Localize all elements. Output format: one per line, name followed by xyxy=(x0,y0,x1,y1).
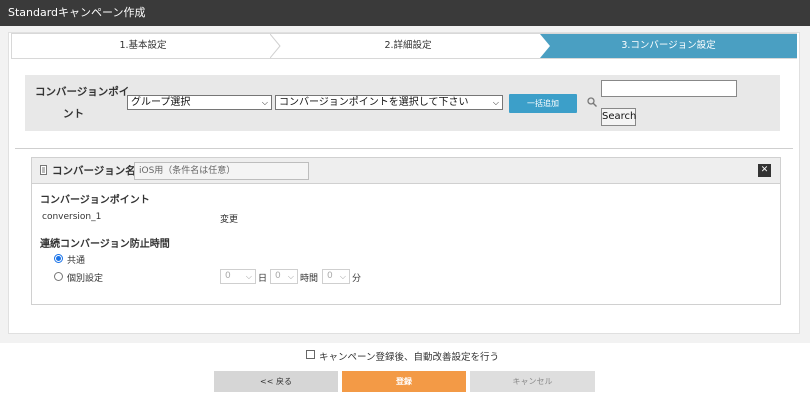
conversion-point-select[interactable]: コンバージョンポイントを選択して下さい ⌵ xyxy=(275,95,503,110)
step-conversion: 3.コンバージョン設定 xyxy=(540,34,797,58)
bulk-add-button[interactable]: 一括追加 xyxy=(509,94,577,113)
auto-improve-checkbox[interactable] xyxy=(306,350,315,359)
register-button[interactable]: 登録 xyxy=(342,371,466,392)
conversion-point-heading: コンバージョンポイント xyxy=(40,195,150,206)
cancel-button[interactable]: キャンセル xyxy=(470,371,595,392)
group-select[interactable]: グループ選択 ⌵ xyxy=(127,95,272,110)
prevent-time-heading: 連続コンバージョン防止時間 xyxy=(40,239,170,250)
conversion-card: コンバージョン名 iOS用（条件名は任意） ✕ コンバージョンポイント conv… xyxy=(31,157,781,305)
back-button[interactable]: << 戻る xyxy=(214,371,338,392)
search-icon xyxy=(587,97,597,107)
step-active-arrow-icon xyxy=(540,34,550,58)
chevron-down-icon: ⌵ xyxy=(261,98,268,107)
minutes-select[interactable]: 0 ⌵ xyxy=(322,269,350,284)
change-link[interactable]: 変更 xyxy=(220,212,238,225)
step-basic: 1.基本設定 xyxy=(119,40,167,51)
conversion-point-label: コンバージョンポイ ント xyxy=(35,86,130,120)
step-detail: 2.詳細設定 xyxy=(384,40,432,51)
conversion-name-label: コンバージョン名 xyxy=(52,165,136,177)
conversion-name-input[interactable]: iOS用（条件名は任意） xyxy=(134,162,309,180)
close-icon[interactable]: ✕ xyxy=(758,164,771,177)
chevron-down-icon: ⌵ xyxy=(245,272,252,281)
conversion-point-selector: コンバージョンポイ ント グループ選択 ⌵ コンバージョンポイントを選択して下さ… xyxy=(25,75,780,131)
search-input[interactable] xyxy=(601,80,737,97)
main-panel: 1.基本設定 2.詳細設定 3.コンバージョン設定 コンバージョンポイ ント グ… xyxy=(8,32,800,334)
document-icon xyxy=(40,165,47,175)
radio-common[interactable] xyxy=(54,254,63,263)
step-indicator: 1.基本設定 2.詳細設定 3.コンバージョン設定 xyxy=(11,33,797,59)
conversion-card-header: コンバージョン名 iOS用（条件名は任意） ✕ xyxy=(32,158,780,184)
radio-common-label: 共通 xyxy=(67,256,86,266)
days-unit: 日 xyxy=(258,274,268,284)
radio-individual[interactable] xyxy=(54,272,63,281)
chevron-down-icon: ⌵ xyxy=(339,272,346,281)
content-area: 1.基本設定 2.詳細設定 3.コンバージョン設定 コンバージョンポイ ント グ… xyxy=(0,26,810,343)
conversion-point-value: conversion_1 xyxy=(42,212,102,222)
minutes-unit: 分 xyxy=(352,274,362,284)
divider xyxy=(15,148,793,149)
chevron-down-icon: ⌵ xyxy=(492,98,499,107)
chevron-down-icon: ⌵ xyxy=(287,272,294,281)
page-title: Standardキャンペーン作成 xyxy=(0,0,810,26)
hours-unit: 時間 xyxy=(300,274,319,284)
radio-individual-label: 個別設定 xyxy=(67,274,104,284)
search-button[interactable]: Search xyxy=(601,108,636,126)
days-select[interactable]: 0 ⌵ xyxy=(220,269,256,284)
auto-improve-label: キャンペーン登録後、自動改善設定を行う xyxy=(319,352,500,363)
hours-select[interactable]: 0 ⌵ xyxy=(270,269,298,284)
